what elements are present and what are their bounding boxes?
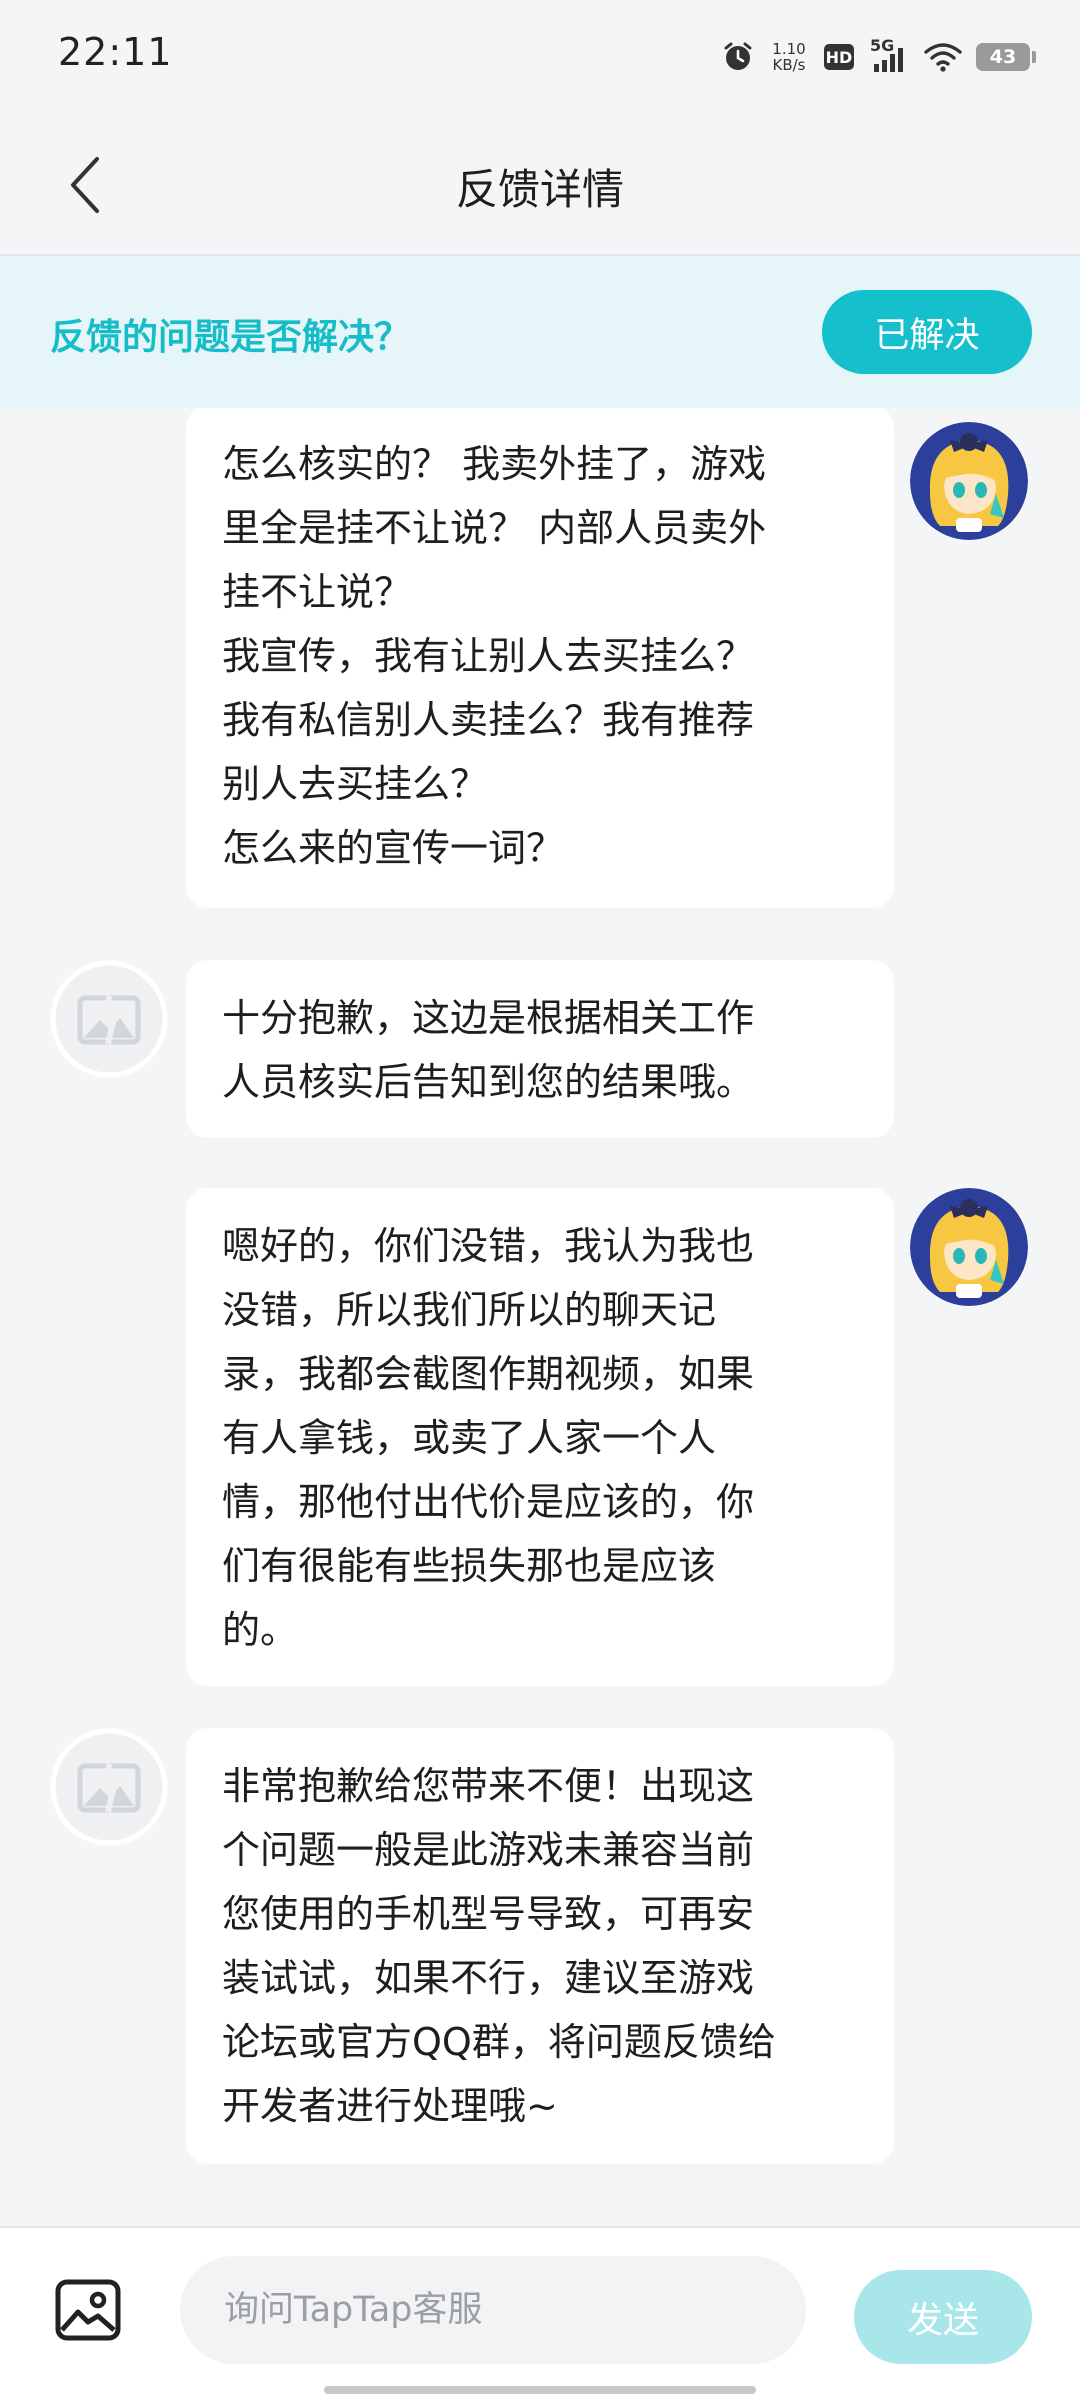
broken-image-icon xyxy=(50,1728,168,1846)
status-icons: 1.10 KB/s HD 5G 43 xyxy=(722,32,1036,82)
agent-avatar-placeholder xyxy=(50,960,168,1078)
resolved-button[interactable]: 已解决 xyxy=(822,290,1032,374)
net-speed: 1.10 KB/s xyxy=(768,41,810,73)
image-icon xyxy=(55,2279,121,2341)
resolve-question: 反馈的问题是否解决？ xyxy=(50,317,411,358)
broken-image-icon xyxy=(50,960,168,1078)
user-avatar-icon xyxy=(910,1188,1028,1306)
image-picker-button[interactable] xyxy=(54,2276,122,2344)
top-nav-bar: 反馈详情 xyxy=(0,110,1080,256)
agent-avatar-placeholder xyxy=(50,1728,168,1846)
wifi-icon xyxy=(924,43,962,72)
status-time: 22:11 xyxy=(58,30,173,74)
resolve-banner: 反馈的问题是否解决？ 已解决 xyxy=(0,256,1080,408)
cellular-signal: 5G xyxy=(868,36,910,74)
net-speed-unit: KB/s xyxy=(772,56,806,74)
send-button[interactable]: 发送 xyxy=(854,2270,1032,2364)
chat-thread: 怎么核实的？ 我卖外挂了，游戏 里全是挂不让说？ 内部人员卖外 挂不让说？ 我宣… xyxy=(0,408,1080,2226)
message-bubble-agent: 十分抱歉，这边是根据相关工作 人员核实后告知到您的结果哦。 xyxy=(186,960,894,1138)
user-avatar[interactable] xyxy=(910,1188,1028,1306)
message-bubble-user: 怎么核实的？ 我卖外挂了，游戏 里全是挂不让说？ 内部人员卖外 挂不让说？ 我宣… xyxy=(186,408,894,908)
net-speed-value: 1.10 xyxy=(772,40,806,58)
home-indicator[interactable] xyxy=(324,2386,756,2394)
user-avatar[interactable] xyxy=(910,422,1028,540)
message-bubble-agent: 非常抱歉给您带来不便！出现这 个问题一般是此游戏未兼容当前 您使用的手机型号导致… xyxy=(186,1728,894,2164)
hd-badge: HD xyxy=(824,44,854,70)
message-bubble-user: 嗯好的，你们没错，我认为我也 没错，所以我们所以的聊天记 录，我都会截图作期视频… xyxy=(186,1188,894,1686)
status-bar: 22:11 1.10 KB/s HD 5G 43 xyxy=(0,0,1080,110)
signal-bars-icon xyxy=(874,48,903,72)
user-avatar-icon xyxy=(910,422,1028,540)
alarm-icon xyxy=(724,42,752,70)
battery-indicator: 43 xyxy=(976,43,1036,71)
message-input-bar: 发送 xyxy=(0,2226,1080,2402)
message-input[interactable] xyxy=(180,2256,806,2364)
page-title: 反馈详情 xyxy=(455,165,624,214)
